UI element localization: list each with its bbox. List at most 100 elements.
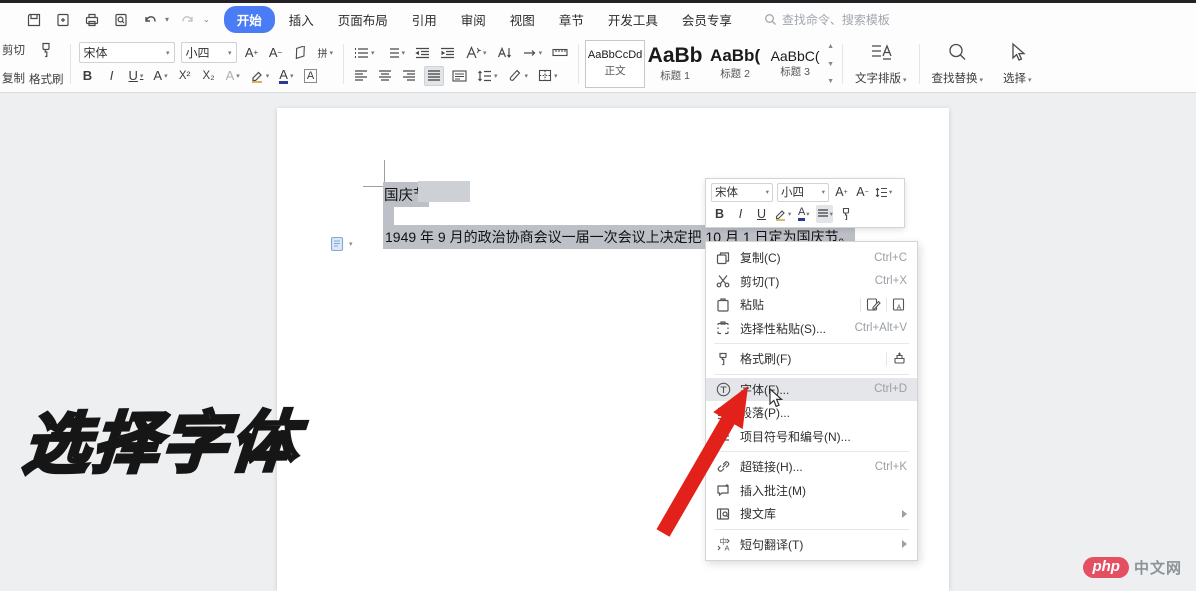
show-marks-button[interactable]: ▾ <box>520 43 545 63</box>
shrink-font-button[interactable]: A− <box>267 43 285 63</box>
tab-page-layout[interactable]: 页面布局 <box>328 6 398 33</box>
subscript-button[interactable]: X₂ <box>200 66 218 86</box>
highlight-color-button[interactable]: ▾ <box>248 66 272 86</box>
mini-font-name-combo[interactable]: 宋体▾ <box>711 183 773 202</box>
command-search[interactable]: 查找命令、搜索模板 <box>764 11 890 28</box>
copy-button[interactable]: 复制 <box>2 70 25 86</box>
export-icon[interactable] <box>53 10 73 30</box>
tutorial-caption: 选择字体 <box>20 389 304 487</box>
menu-item-paste-special[interactable]: 选择性粘贴(S)... Ctrl+Alt+V <box>706 317 917 341</box>
char-shading-label: A <box>304 69 317 83</box>
mini-font-color-button[interactable]: A▾ <box>795 205 812 223</box>
menu-item-search-library[interactable]: 搜文库 <box>706 502 917 526</box>
menu-item-cut[interactable]: 剪切(T) Ctrl+X <box>706 270 917 294</box>
print-icon[interactable] <box>82 10 102 30</box>
style-normal[interactable]: AaBbCcDd 正文 <box>585 40 645 88</box>
find-replace-tool[interactable]: 查找替换▾ <box>922 40 994 88</box>
underline-button[interactable]: U▾ <box>127 66 146 86</box>
font-name-value: 宋体 <box>84 44 108 61</box>
paste-options-button[interactable]: ▾ <box>329 236 353 252</box>
tab-developer[interactable]: 开发工具 <box>598 6 668 33</box>
styles-scroll-up-icon[interactable]: ▲ <box>827 43 834 50</box>
mini-line-spacing-button[interactable]: ▾ <box>875 183 892 201</box>
pinyin-guide-button[interactable]: 拼▾ <box>316 43 336 63</box>
tab-member[interactable]: 会员专享 <box>672 6 742 33</box>
font-name-combo[interactable]: 宋体▾ <box>79 42 175 63</box>
borders-button[interactable]: ▾ <box>536 66 560 86</box>
mini-grow-font-button[interactable]: A+ <box>833 183 850 201</box>
style-heading1[interactable]: AaBb 标题 1 <box>645 40 705 88</box>
distribute-icon[interactable] <box>450 66 469 86</box>
menu-item-format-painter[interactable]: 格式刷(F) <box>706 347 917 371</box>
italic-button[interactable]: I <box>103 66 121 86</box>
increase-indent-icon[interactable] <box>438 43 457 63</box>
tab-references[interactable]: 引用 <box>402 6 447 33</box>
mini-highlight-button[interactable]: ▾ <box>774 205 791 223</box>
undo-icon[interactable] <box>140 10 160 30</box>
submenu-arrow-icon <box>902 540 907 548</box>
mini-format-painter-button[interactable] <box>837 205 854 223</box>
font-color-button[interactable]: A▾ <box>277 66 295 86</box>
char-border-button[interactable]: A▾ <box>151 66 169 86</box>
menu-item-copy[interactable]: 复制(C) Ctrl+C <box>706 246 917 270</box>
superscript-button[interactable]: X² <box>176 66 194 86</box>
align-justify-icon[interactable] <box>424 66 444 86</box>
clear-format-icon[interactable] <box>291 43 310 63</box>
bullets-button[interactable]: ▾ <box>352 43 377 63</box>
format-painter-button[interactable]: 格式刷 <box>25 40 68 88</box>
mini-italic-button[interactable]: I <box>732 205 749 223</box>
underline-label: U <box>129 68 138 83</box>
mini-align-button[interactable]: ▾ <box>816 205 833 223</box>
site-watermark: php 中文网 <box>1083 557 1182 578</box>
menu-item-hyperlink[interactable]: 超链接(H)... Ctrl+K <box>706 455 917 479</box>
text-effects-gallery-button[interactable]: ▾ <box>463 43 489 63</box>
align-right-icon[interactable] <box>400 66 418 86</box>
format-painter-plus-icon[interactable] <box>892 351 907 366</box>
align-center-icon[interactable] <box>376 66 394 86</box>
text-effects-button[interactable]: A▾ <box>224 66 242 86</box>
tabs-ruler-icon[interactable] <box>550 43 570 63</box>
select-tool[interactable]: 选择▾ <box>993 40 1042 88</box>
style-heading2[interactable]: AaBb( 标题 2 <box>705 40 765 88</box>
bold-button[interactable]: B <box>79 66 97 86</box>
menu-item-paragraph[interactable]: 段落(P)... <box>706 401 917 425</box>
menu-item-label: 粘贴 <box>740 296 857 313</box>
tab-review[interactable]: 审阅 <box>451 6 496 33</box>
menu-item-font[interactable]: 字体(F)... Ctrl+D <box>706 378 917 402</box>
sort-button[interactable] <box>495 43 514 63</box>
text-layout-icon <box>870 42 892 62</box>
mini-underline-button[interactable]: U <box>753 205 770 223</box>
grow-font-button[interactable]: A+ <box>243 43 261 63</box>
style-heading3[interactable]: AaBbC( 标题 3 <box>765 40 825 88</box>
tab-section[interactable]: 章节 <box>549 6 594 33</box>
text-layout-tool[interactable]: 文字排版▾ <box>845 40 917 88</box>
tab-insert[interactable]: 插入 <box>279 6 324 33</box>
mini-shrink-font-button[interactable]: A− <box>854 183 871 201</box>
decrease-indent-icon[interactable] <box>413 43 432 63</box>
menu-item-bullets-numbering[interactable]: 项目符号和编号(N)... <box>706 425 917 449</box>
mini-bold-button[interactable]: B <box>711 205 728 223</box>
save-icon[interactable] <box>24 10 44 30</box>
menu-item-translate[interactable]: 中A 短句翻译(T) <box>706 533 917 557</box>
menu-item-paste[interactable]: 粘贴 A <box>706 293 917 317</box>
styles-more-icon[interactable]: ▼ <box>827 78 834 85</box>
customize-toolbar-icon[interactable]: ⌄ <box>203 15 210 24</box>
tab-home[interactable]: 开始 <box>224 6 275 33</box>
line-spacing-button[interactable]: ▾ <box>475 66 500 86</box>
mini-font-size-combo[interactable]: 小四▾ <box>777 183 829 202</box>
paste-text-only-icon[interactable]: A <box>892 297 907 312</box>
styles-scroll-down-icon[interactable]: ▼ <box>827 61 834 68</box>
cut-button[interactable]: 剪切 <box>2 42 25 58</box>
paste-keep-format-icon[interactable] <box>866 297 881 312</box>
paste-options-dropdown-icon: ▾ <box>349 240 353 248</box>
shading-button[interactable]: ▾ <box>506 66 531 86</box>
undo-dropdown-icon[interactable]: ▾ <box>165 15 169 24</box>
print-preview-icon[interactable] <box>111 10 131 30</box>
align-left-icon[interactable] <box>352 66 370 86</box>
font-size-combo[interactable]: 小四▾ <box>181 42 237 63</box>
char-shading-button[interactable]: A <box>301 66 319 86</box>
blurred-text-region <box>418 181 470 202</box>
numbering-button[interactable]: ▾ <box>383 43 408 63</box>
tab-view[interactable]: 视图 <box>500 6 545 33</box>
menu-item-insert-comment[interactable]: 插入批注(M) <box>706 479 917 503</box>
